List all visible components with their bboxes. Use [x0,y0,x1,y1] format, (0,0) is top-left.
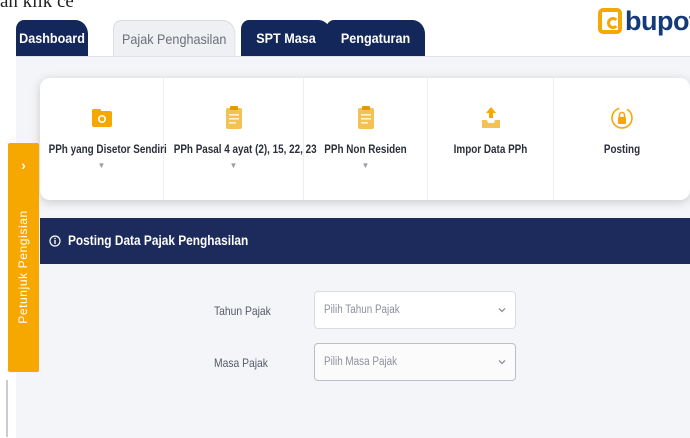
masa-pajak-placeholder: Pilih Masa Pajak [324,356,398,368]
menu-label: Posting [603,144,641,156]
left-edge-divider [6,380,8,437]
tab-dashboard[interactable]: Dashboard [16,20,88,56]
petunjuk-pengisian-tab[interactable]: › Petunjuk Pengisian [8,143,39,372]
menu-pph-disetor-sendiri[interactable]: PPh yang Disetor Sendiri ▼ [40,78,167,200]
tab-spt-masa[interactable]: SPT Masa [241,20,331,56]
section-header: Posting Data Pajak Penghasilan [40,218,690,264]
menu-cards: PPh yang Disetor Sendiri ▼ PPh Pasal 4 a… [40,78,690,200]
menu-label: PPh yang Disetor Sendiri [48,144,167,156]
tab-pajak-penghasilan[interactable]: Pajak Penghasilan [113,20,236,56]
chevron-down-icon [498,360,506,365]
upload-tray-icon [481,107,500,128]
clipboard-icon [357,106,374,129]
clipboard-icon [225,106,242,129]
tahun-pajak-placeholder: Pilih Tahun Pajak [324,304,400,316]
chevron-right-icon: › [21,157,26,173]
ebupot-logo: bupot [598,6,690,36]
tahun-pajak-select[interactable]: Pilih Tahun Pajak [314,291,516,329]
masa-pajak-select[interactable]: Pilih Masa Pajak [314,343,516,381]
chevron-down-icon: ▼ [361,161,370,170]
info-icon [49,235,61,247]
logo-mark-icon [598,8,622,34]
menu-label: PPh Pasal 4 ayat (2), 15, 22, 23 [173,144,317,156]
chevron-down-icon: ▼ [97,161,106,170]
side-tab-label: Petunjuk Pengisian [16,210,30,324]
menu-impor-data-pph[interactable]: Impor Data PPh [428,78,554,200]
tahun-pajak-label: Tahun Pajak [214,304,271,318]
menu-pph-non-residen[interactable]: PPh Non Residen ▼ [304,78,428,200]
lock-icon [611,107,633,129]
section-title: Posting Data Pajak Penghasilan [68,233,249,248]
menu-label: PPh Non Residen [324,144,407,156]
menu-label: Impor Data PPh [453,144,528,156]
menu-posting[interactable]: Posting [554,78,690,200]
chevron-down-icon: ▼ [229,161,238,170]
masa-pajak-label: Masa Pajak [214,356,268,370]
folder-icon [91,109,112,127]
chevron-down-icon [498,308,506,313]
tab-pengaturan[interactable]: Pengaturan [326,20,425,56]
menu-pph-pasal-4[interactable]: PPh Pasal 4 ayat (2), 15, 22, 23 ▼ [164,78,317,200]
overlay-caption: an klik ce [0,0,74,12]
logo-text: bupot [625,6,690,36]
